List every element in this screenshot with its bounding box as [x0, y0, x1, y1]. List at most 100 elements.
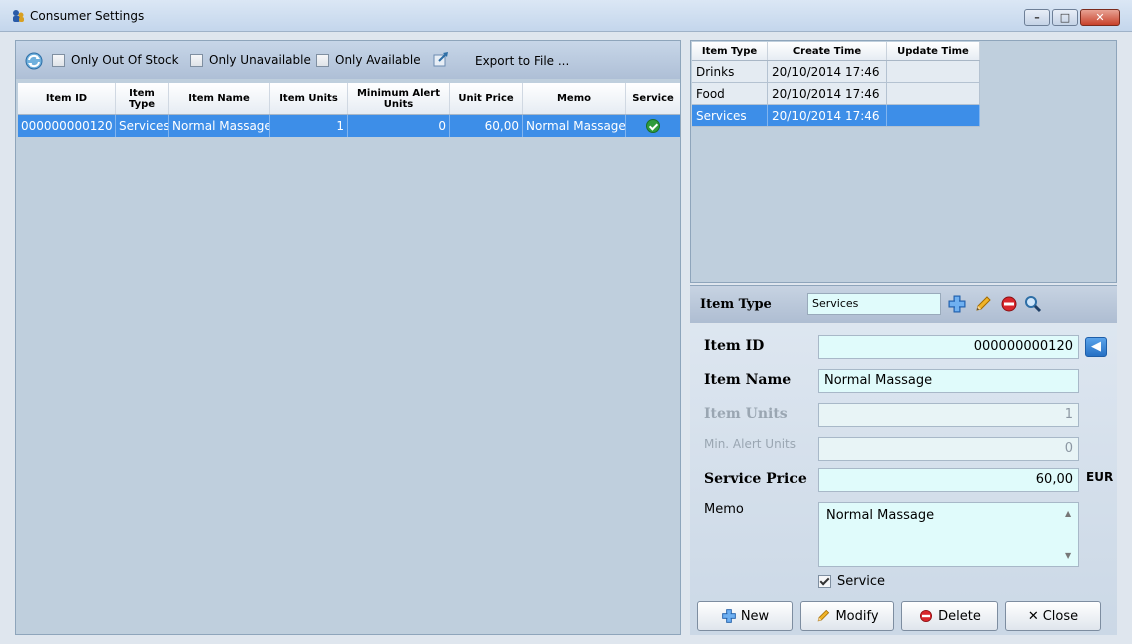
- close-icon: ✕: [1095, 11, 1105, 24]
- item-id-field[interactable]: 000000000120: [818, 335, 1079, 359]
- col-unit-price[interactable]: Unit Price: [450, 83, 523, 114]
- table-row-selected[interactable]: Services 20/10/2014 17:46: [692, 105, 980, 127]
- only-available-checkbox[interactable]: Only Available: [316, 53, 421, 67]
- min-alert-units-field: 0: [818, 437, 1079, 461]
- cell-update-time: [887, 61, 980, 82]
- cell-unit-price: 60,00: [450, 115, 523, 137]
- cell-type: Food: [692, 83, 768, 104]
- memo-scrollbar[interactable]: ▲ ▼: [1062, 505, 1076, 564]
- currency-label: EUR: [1086, 470, 1114, 484]
- minimize-icon: –: [1034, 11, 1040, 24]
- add-icon: [722, 609, 736, 623]
- col-service[interactable]: Service: [626, 83, 680, 114]
- close-button-label: Close: [1042, 608, 1079, 624]
- col-create-time[interactable]: Create Time: [768, 42, 887, 60]
- cell-service: [626, 115, 680, 137]
- delete-button-label: Delete: [938, 608, 981, 624]
- filter-toolbar: Only Out Of Stock Only Unavailable Only …: [16, 41, 680, 79]
- checkbox-box[interactable]: [190, 53, 203, 67]
- table-row[interactable]: 000000000120 Services Normal Massage 1 0…: [18, 115, 680, 137]
- close-window-button[interactable]: ✕: [1080, 9, 1120, 26]
- item-units-field: 1: [818, 403, 1079, 427]
- item-types-panel: Item Type Create Time Update Time Drinks…: [690, 40, 1117, 283]
- cell-item-type: Services: [116, 115, 169, 137]
- search-icon[interactable]: [1023, 294, 1043, 314]
- item-name-field[interactable]: Normal Massage: [818, 369, 1079, 393]
- col-min-alert-units[interactable]: Minimum Alert Units: [348, 83, 450, 114]
- delete-button[interactable]: Delete: [901, 601, 998, 631]
- new-button-label: New: [740, 608, 770, 624]
- service-checkbox-label: Service: [837, 574, 886, 589]
- item-types-grid: Item Type Create Time Update Time Drinks…: [692, 42, 980, 127]
- item-types-header: Item Type Create Time Update Time: [692, 42, 980, 61]
- minimize-button[interactable]: –: [1024, 9, 1050, 26]
- window-title-bar: Consumer Settings – □ ✕: [0, 0, 1132, 32]
- items-grid: Item ID Item Type Item Name Item Units M…: [18, 83, 680, 137]
- service-price-label: Service Price: [704, 471, 807, 487]
- refresh-icon[interactable]: [24, 51, 44, 71]
- maximize-icon: □: [1059, 11, 1071, 24]
- item-type-input[interactable]: Services: [807, 293, 941, 315]
- col-item-type[interactable]: Item Type: [116, 83, 169, 114]
- checkbox-box-checked[interactable]: [818, 575, 831, 588]
- generate-id-button[interactable]: ◀: [1085, 337, 1107, 357]
- item-type-label: Item Type: [700, 297, 772, 312]
- only-out-of-stock-label: Only Out Of Stock: [71, 53, 179, 67]
- service-price-field[interactable]: 60,00: [818, 468, 1079, 492]
- cell-item-id: 000000000120: [18, 115, 116, 137]
- cell-type: Drinks: [692, 61, 768, 82]
- col-update-time[interactable]: Update Time: [887, 42, 980, 60]
- checkbox-box[interactable]: [52, 53, 65, 67]
- only-unavailable-checkbox[interactable]: Only Unavailable: [190, 53, 311, 67]
- cell-item-units: 1: [270, 115, 348, 137]
- only-unavailable-label: Only Unavailable: [209, 53, 311, 67]
- export-to-file-button[interactable]: Export to File ...: [475, 54, 569, 68]
- cell-type: Services: [692, 105, 768, 126]
- memo-field[interactable]: Normal Massage ▲ ▼: [818, 502, 1079, 567]
- col-item-name[interactable]: Item Name: [169, 83, 270, 114]
- items-panel: Only Out Of Stock Only Unavailable Only …: [15, 40, 681, 635]
- cell-min-alert-units: 0: [348, 115, 450, 137]
- add-icon[interactable]: [947, 294, 967, 314]
- close-icon: ✕: [1027, 608, 1039, 624]
- window-title: Consumer Settings: [30, 9, 145, 23]
- col-type[interactable]: Item Type: [692, 42, 768, 60]
- service-checkbox[interactable]: Service: [818, 574, 885, 589]
- item-name-label: Item Name: [704, 372, 792, 388]
- col-item-id[interactable]: Item ID: [18, 83, 116, 114]
- table-row[interactable]: Drinks 20/10/2014 17:46: [692, 61, 980, 83]
- delete-icon[interactable]: [999, 294, 1019, 314]
- scroll-down-icon[interactable]: ▼: [1065, 551, 1071, 560]
- col-memo[interactable]: Memo: [523, 83, 626, 114]
- pencil-icon[interactable]: [973, 294, 993, 314]
- checkbox-box[interactable]: [316, 53, 329, 67]
- only-available-label: Only Available: [335, 53, 421, 67]
- arrow-left-icon: ◀: [1091, 339, 1101, 354]
- export-icon[interactable]: [433, 51, 449, 67]
- memo-label: Memo: [704, 502, 744, 517]
- cell-create-time: 20/10/2014 17:46: [768, 61, 887, 82]
- cell-memo: Normal Massage: [523, 115, 626, 137]
- modify-button[interactable]: Modify: [800, 601, 894, 631]
- close-button[interactable]: ✕ Close: [1005, 601, 1101, 631]
- check-icon: [646, 118, 660, 133]
- memo-text: Normal Massage: [826, 508, 935, 523]
- app-icon: [13, 10, 24, 22]
- cell-create-time: 20/10/2014 17:46: [768, 83, 887, 104]
- table-row[interactable]: Food 20/10/2014 17:46: [692, 83, 980, 105]
- cell-item-name: Normal Massage: [169, 115, 270, 137]
- item-type-bar: Item Type Services: [690, 285, 1117, 323]
- item-units-label: Item Units: [704, 406, 788, 422]
- new-button[interactable]: New: [697, 601, 793, 631]
- cell-update-time: [887, 105, 980, 126]
- scroll-up-icon[interactable]: ▲: [1065, 509, 1071, 518]
- maximize-button[interactable]: □: [1052, 9, 1078, 26]
- items-grid-header: Item ID Item Type Item Name Item Units M…: [18, 83, 680, 115]
- col-item-units[interactable]: Item Units: [270, 83, 348, 114]
- cell-create-time: 20/10/2014 17:46: [768, 105, 887, 126]
- cell-update-time: [887, 83, 980, 104]
- only-out-of-stock-checkbox[interactable]: Only Out Of Stock: [52, 53, 179, 67]
- modify-button-label: Modify: [835, 608, 879, 624]
- min-alert-units-label: Min. Alert Units: [704, 437, 796, 451]
- item-detail-form: Item ID 000000000120 ◀ Item Name Normal …: [690, 324, 1117, 635]
